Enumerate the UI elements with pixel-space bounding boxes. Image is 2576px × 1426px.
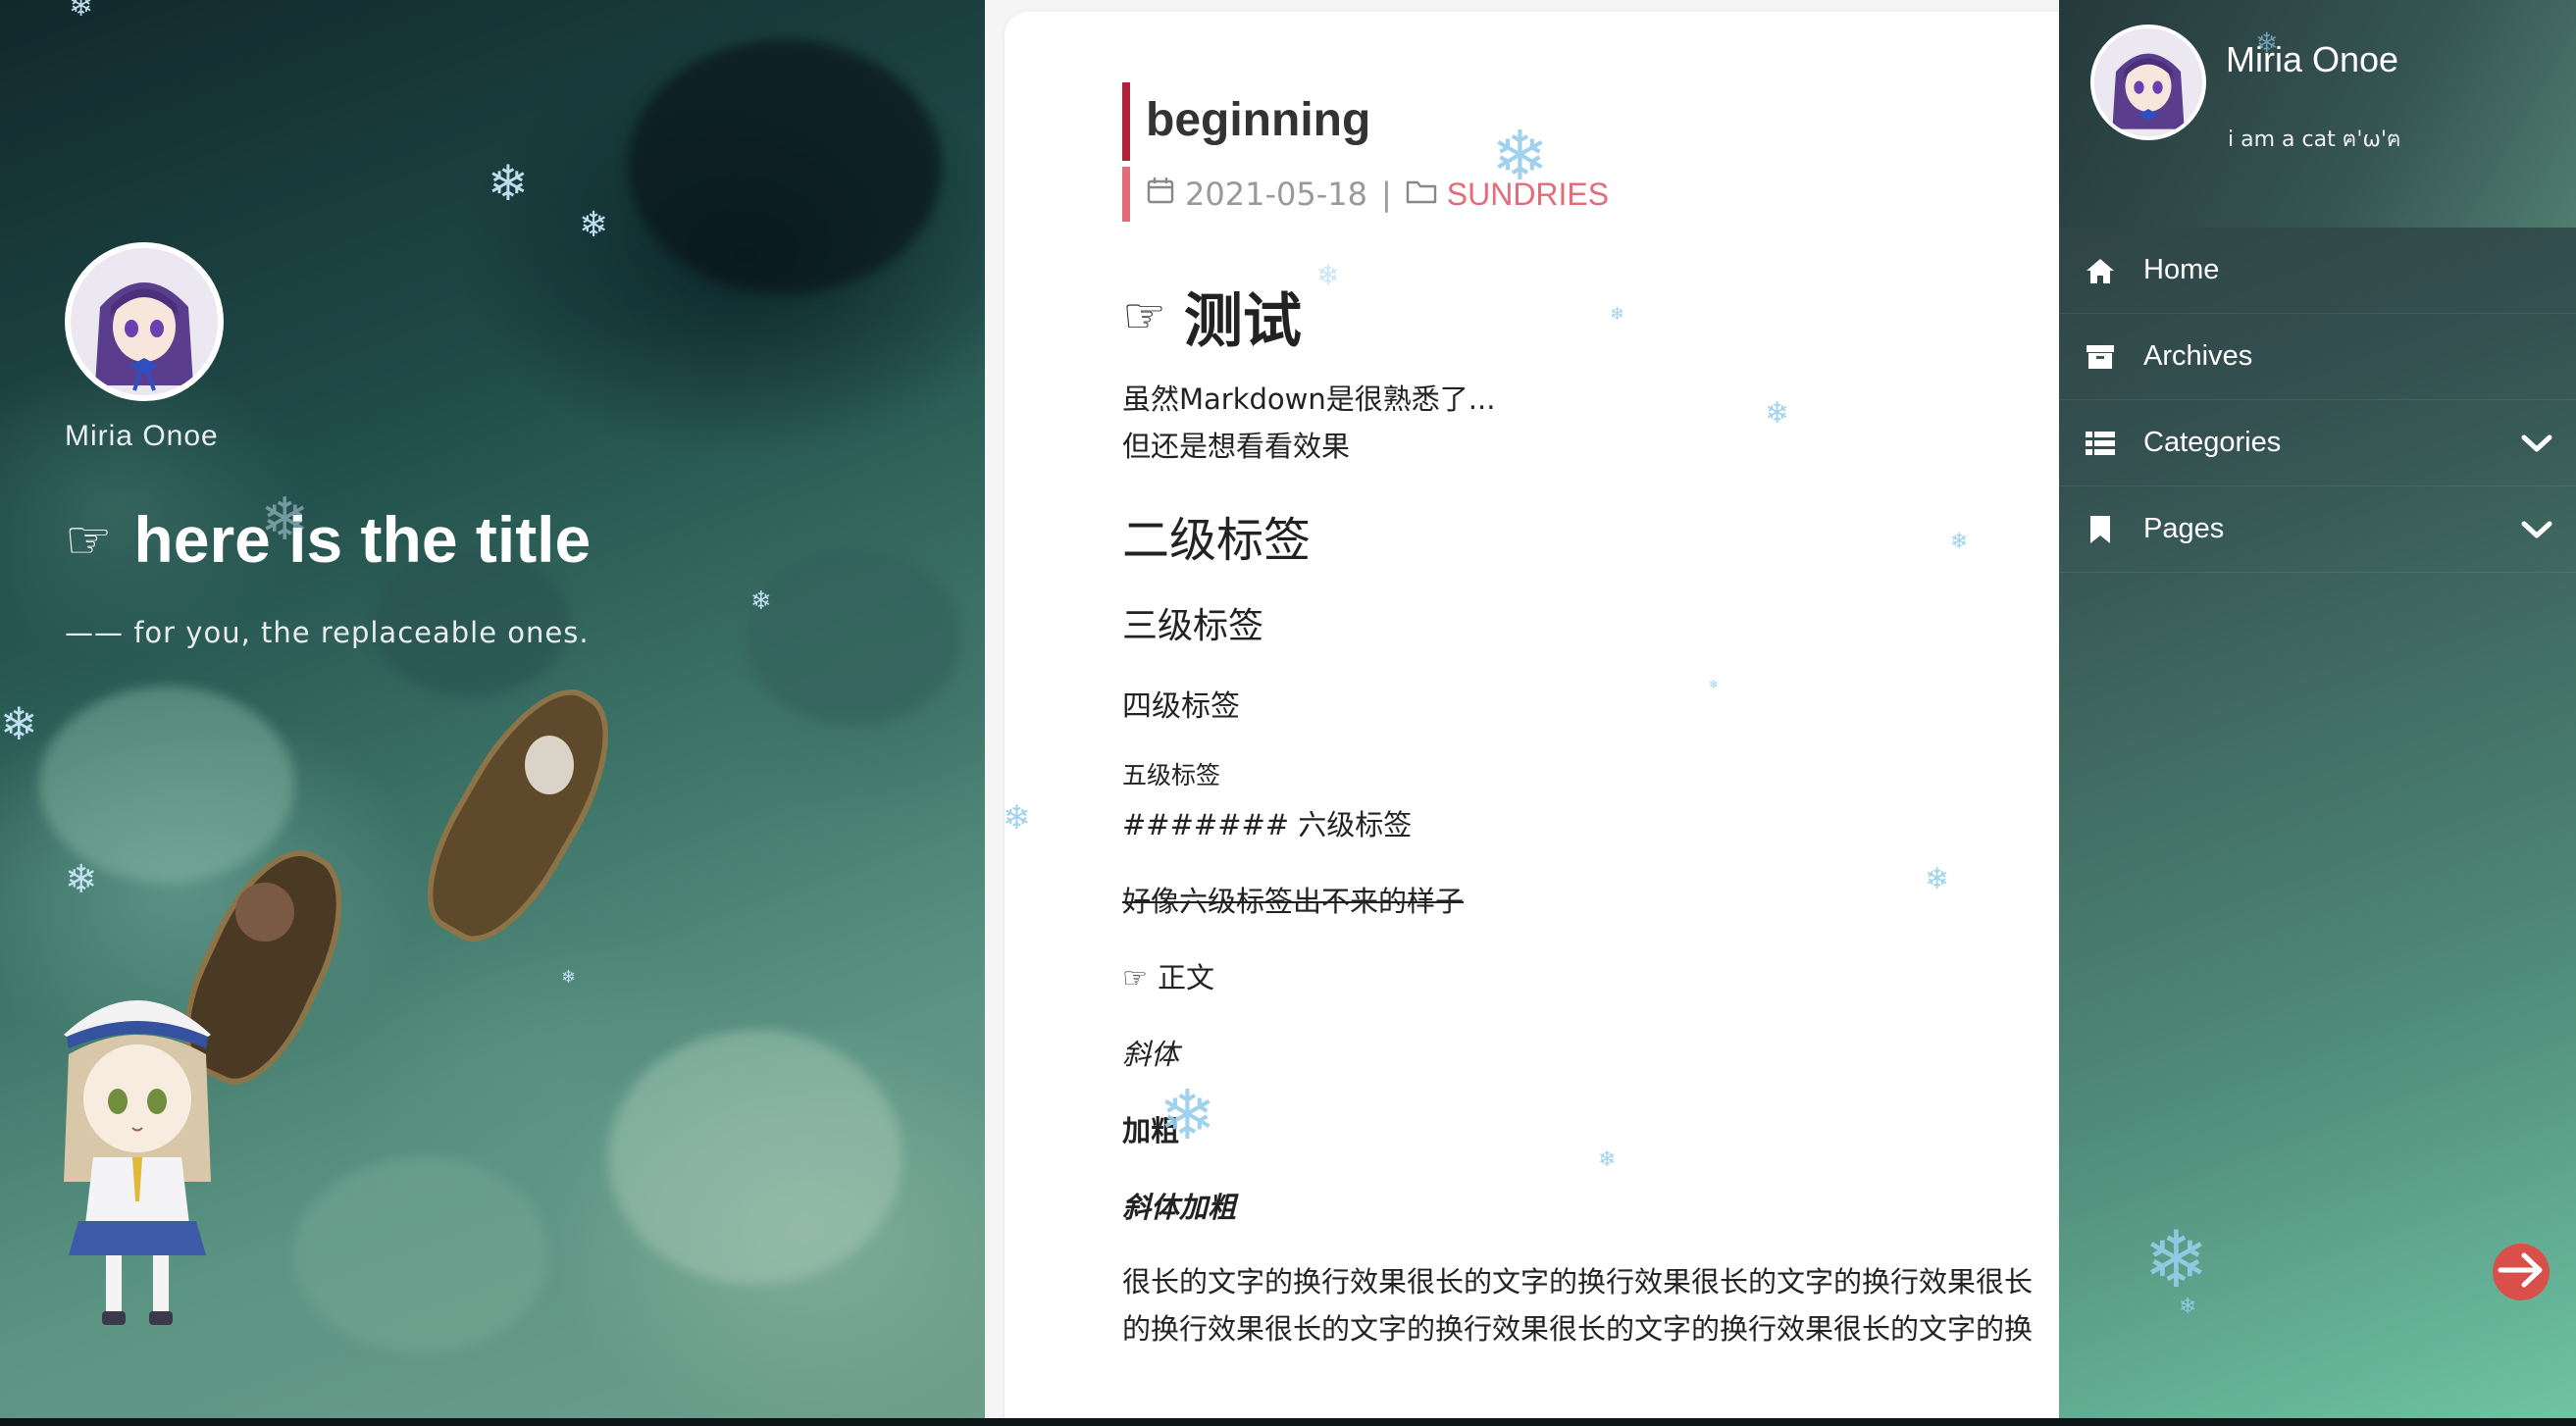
bold-italic-text: 斜体加粗	[1122, 1191, 1237, 1224]
heading-level-6-raw: ####### 六级标签	[1122, 808, 1413, 841]
hero-banner: Miria Onoe ☞ here is the title —— for yo…	[0, 0, 985, 1426]
body-text-label: ☞ 正文	[1122, 954, 2064, 1001]
post-card: beginning 2021-05-18 | SUNDRIES ☞ 测试 虽然M…	[1005, 12, 2084, 1426]
bookmark-icon	[2085, 514, 2116, 545]
close-sidebar-button[interactable]	[2493, 1244, 2550, 1300]
site-title-text: here is the title	[133, 503, 592, 576]
chevron-down-icon[interactable]	[2517, 520, 2556, 539]
mascot-character	[39, 976, 235, 1339]
heading-level-3: 三级标签	[1122, 606, 1264, 646]
list-icon	[2085, 428, 2116, 459]
long-text-line: 很长的文字的换行效果很长的文字的换行效果很长的文字的换行效果很长	[1122, 1265, 2034, 1299]
pointing-hand-icon: ☞	[1122, 961, 1148, 994]
pointing-hand-icon: ☞	[1122, 287, 1166, 344]
nav-item-label: Home	[2143, 254, 2220, 285]
nav-item-label: Categories	[2143, 427, 2282, 458]
heading-level-5: 五级标签	[1122, 761, 1221, 789]
post-category-link[interactable]: SUNDRIES	[1447, 177, 1609, 213]
post-date: 2021-05-18	[1185, 176, 1367, 213]
strikethrough-text: 好像六级标签出不来的样子	[1122, 885, 1465, 918]
heading-level-4: 四级标签	[1122, 689, 1240, 724]
nav-item-label: Archives	[2143, 340, 2253, 372]
bold-text: 加粗	[1122, 1114, 1180, 1147]
chevron-down-icon[interactable]	[2517, 433, 2556, 453]
heading-level-1-text: 测试	[1183, 286, 1302, 356]
home-icon	[2085, 255, 2116, 286]
paragraph-line: 但还是想看看效果	[1122, 430, 1351, 463]
italic-text: 斜体	[1122, 1038, 1180, 1071]
site-title: ☞ here is the title	[65, 502, 591, 577]
post-header: beginning 2021-05-18 | SUNDRIES	[1122, 82, 1609, 222]
post-content: ☞ 测试 虽然Markdown是很熟悉了... 但还是想看看效果 二级标签 三级…	[1122, 272, 2064, 1352]
author-name: Miria Onoe	[65, 420, 219, 452]
nav-author-avatar[interactable]	[2090, 25, 2206, 140]
heading-level-2: 二级标签	[1122, 513, 1312, 568]
folder-icon	[1406, 176, 1437, 213]
nav-item-home[interactable]: Home	[2059, 228, 2576, 314]
post-title: beginning	[1122, 82, 1609, 161]
heading-level-1: ☞ 测试	[1122, 272, 2064, 360]
side-navigation: Miria Onoe i am a cat ฅ'ω'ฅ ❄ Home Archi…	[2059, 0, 2576, 1426]
nav-item-pages[interactable]: Pages	[2059, 486, 2576, 573]
calendar-icon	[1146, 176, 1175, 213]
nav-item-categories[interactable]: Categories	[2059, 400, 2576, 486]
article-area: beginning 2021-05-18 | SUNDRIES ☞ 测试 虽然M…	[985, 0, 2084, 1426]
pointing-hand-icon: ☞	[65, 508, 113, 571]
paragraph-line: 虽然Markdown是很熟悉了...	[1122, 382, 1496, 416]
nav-author-bio: i am a cat ฅ'ω'ฅ	[2228, 127, 2401, 152]
meta-separator: |	[1380, 176, 1392, 213]
site-subtitle: —— for you, the replaceable ones.	[65, 616, 590, 649]
nav-profile-header: Miria Onoe i am a cat ฅ'ω'ฅ ❄	[2059, 0, 2576, 228]
body-text-label-text: 正文	[1158, 961, 1215, 994]
nav-author-name: Miria Onoe	[2226, 39, 2399, 79]
archive-icon	[2085, 341, 2116, 373]
nav-item-label: Pages	[2143, 513, 2225, 544]
nav-menu: Home Archives Categories Pages	[2059, 228, 2576, 573]
arrow-right-icon	[2497, 1250, 2546, 1294]
nav-item-archives[interactable]: Archives	[2059, 314, 2576, 400]
long-text-line: 的换行效果很长的文字的换行效果很长的文字的换行效果很长的文字的换	[1122, 1312, 2034, 1346]
window-bottom-edge	[0, 1418, 2576, 1426]
author-avatar[interactable]	[65, 242, 224, 401]
post-meta: 2021-05-18 | SUNDRIES	[1122, 167, 1609, 222]
page: Miria Onoe ☞ here is the title —— for yo…	[0, 0, 2576, 1426]
